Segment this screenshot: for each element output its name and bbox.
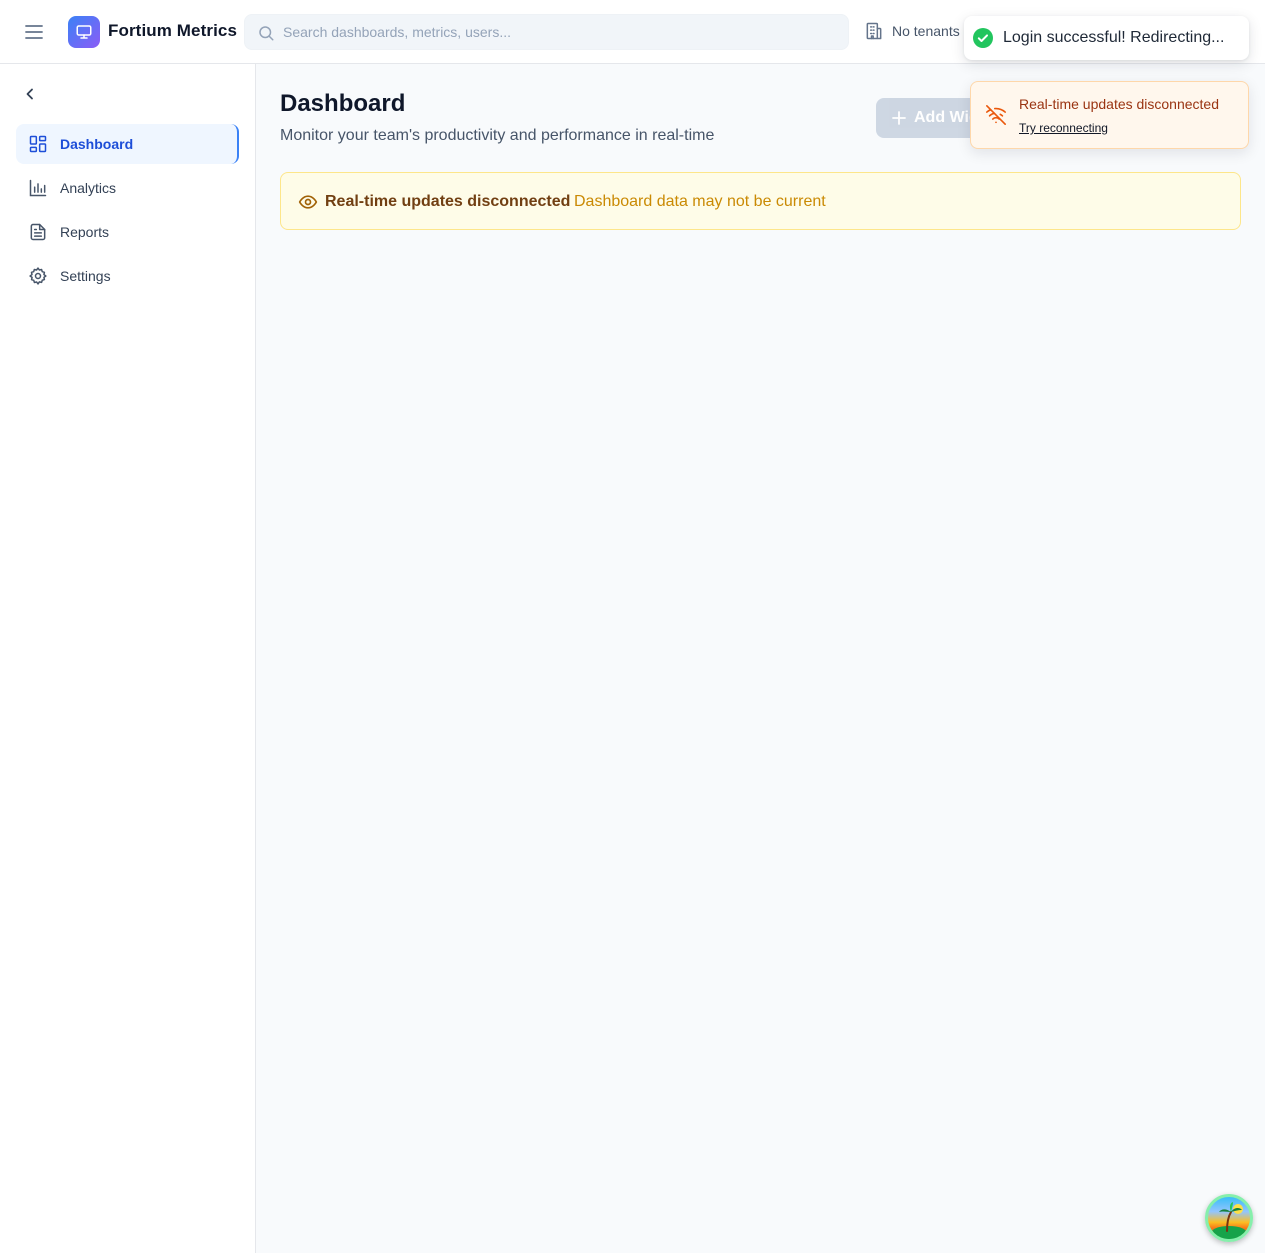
tenant-selector[interactable]: No tenants (864, 21, 960, 41)
document-icon (30, 223, 46, 241)
chevron-left-icon (26, 88, 33, 100)
sidebar-item-reports[interactable]: Reports (16, 212, 239, 252)
banner-title: Real-time updates disconnected (325, 193, 571, 210)
sidebar-item-dashboard[interactable]: Dashboard (16, 124, 239, 164)
check-circle-icon (973, 28, 993, 48)
dashboard-grid-icon (29, 135, 47, 153)
hamburger-menu-button[interactable] (22, 20, 46, 44)
search-bar (244, 14, 849, 50)
success-toast: Login successful! Redirecting... (964, 16, 1249, 60)
hamburger-icon (25, 25, 43, 39)
sidebar-item-label: Analytics (60, 180, 117, 196)
sidebar-item-label: Dashboard (60, 136, 134, 152)
sidebar-item-label: Settings (60, 268, 111, 284)
gear-icon (29, 267, 47, 285)
wifi-off-icon (986, 105, 1006, 125)
banner-description: Dashboard data may not be current (574, 193, 826, 210)
page-title: Dashboard (280, 90, 406, 117)
success-toast-text: Login successful! Redirecting... (1003, 29, 1225, 46)
building-icon (866, 22, 882, 40)
sidebar-item-analytics[interactable]: Analytics (16, 168, 239, 208)
sidebar-item-settings[interactable]: Settings (16, 256, 239, 296)
disconnected-toast: Real-time updates disconnected Try recon… (970, 81, 1249, 149)
connection-warning-banner: Real-time updates disconnected Dashboard… (280, 172, 1241, 230)
page-subtitle: Monitor your team's productivity and per… (280, 127, 715, 144)
floating-assistant-avatar[interactable] (1205, 1194, 1253, 1242)
collapse-sidebar-button[interactable] (20, 84, 40, 104)
eye-icon (298, 195, 318, 209)
palm-island-icon (1211, 1202, 1247, 1239)
brand-name: Fortium Metrics (108, 21, 238, 40)
bar-chart-icon (29, 179, 47, 197)
sidebar-item-label: Reports (60, 224, 110, 240)
search-input[interactable] (283, 15, 843, 49)
disconnected-toast-title: Real-time updates disconnected (1019, 96, 1220, 112)
sidebar: Dashboard Analytics Reports Settings (0, 64, 256, 1253)
try-reconnecting-link[interactable]: Try reconnecting (1019, 121, 1108, 135)
brand-logo[interactable] (68, 16, 100, 48)
monitor-icon (76, 25, 92, 39)
tenant-label: No tenants (892, 23, 960, 39)
search-icon (259, 26, 274, 41)
plus-icon (892, 111, 906, 125)
